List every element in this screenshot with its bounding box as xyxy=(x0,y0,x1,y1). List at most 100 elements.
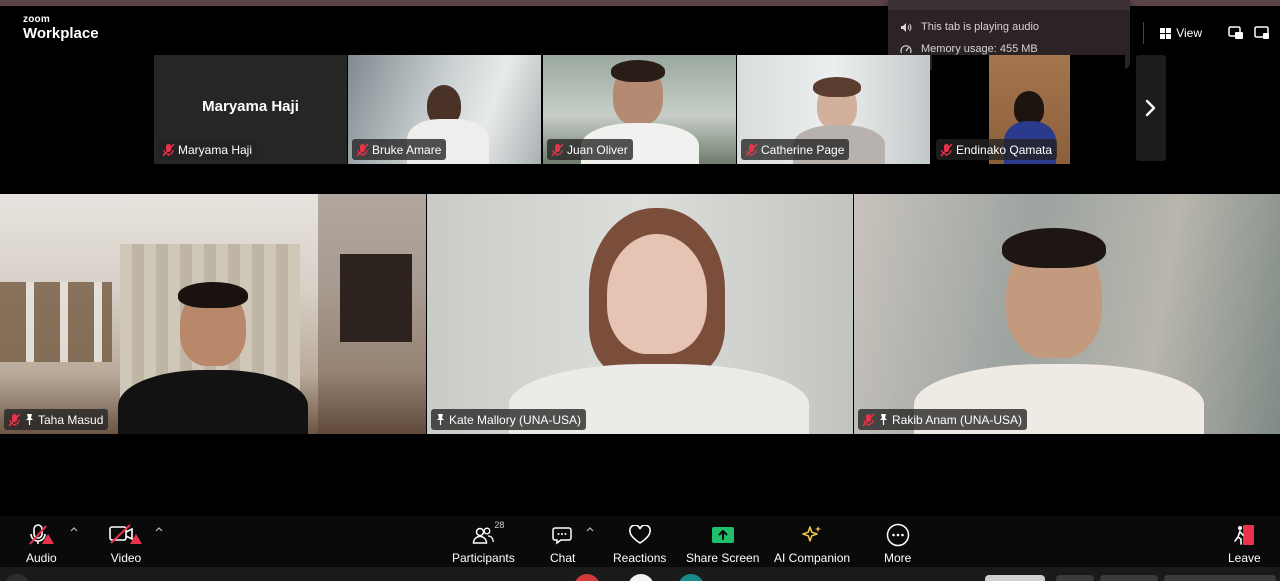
share-screen-button[interactable]: Share Screen xyxy=(686,522,759,565)
participant-name: Endinako Qamata xyxy=(956,142,1053,157)
taskbar-app-icon[interactable] xyxy=(4,574,30,581)
meeting-toolbar: Audio Video 28 Participants Chat Reactio… xyxy=(0,516,1280,567)
participant-silhouette xyxy=(178,282,248,308)
more-icon xyxy=(886,523,909,547)
side-wall xyxy=(318,194,426,434)
video-off-icon xyxy=(109,524,142,544)
top-right-controls: View xyxy=(1143,22,1270,44)
participant-tile[interactable]: Rakib Anam (UNA-USA) xyxy=(854,194,1280,434)
memory-usage-text: Memory usage: 455 MB xyxy=(921,43,1038,55)
gauge-icon xyxy=(900,44,912,53)
pin-icon xyxy=(26,414,33,425)
participant-name: Kate Mallory (UNA-USA) xyxy=(449,412,582,427)
participant-tile[interactable]: Endinako Qamata xyxy=(932,55,1125,164)
audio-button[interactable]: Audio xyxy=(26,522,57,565)
video-button[interactable]: Video xyxy=(108,522,144,565)
participant-name: Bruke Amare xyxy=(372,142,442,157)
chevron-right-icon xyxy=(1145,99,1156,117)
participant-tile[interactable]: Catherine Page xyxy=(737,55,930,164)
participant-tile[interactable]: Maryama Haji Maryama Haji xyxy=(154,55,347,164)
active-speaker-tile[interactable]: Kate Mallory (UNA-USA) xyxy=(427,194,853,434)
taskbar-app-icon[interactable] xyxy=(678,574,704,581)
taskbar-app-icon[interactable] xyxy=(574,574,600,581)
chevron-up-icon xyxy=(70,527,78,532)
participant-video xyxy=(427,194,853,434)
mic-muted-icon xyxy=(8,413,21,426)
grid-icon xyxy=(1160,27,1172,39)
participant-silhouette xyxy=(118,370,308,434)
participant-name: Catherine Page xyxy=(761,142,845,157)
share-screen-icon xyxy=(711,527,734,543)
participant-name-tag: Bruke Amare xyxy=(352,139,447,160)
taskbar-app-icon[interactable] xyxy=(628,574,654,581)
participants-button[interactable]: 28 Participants xyxy=(452,520,515,565)
participant-video xyxy=(0,194,426,434)
more-icon-wrap xyxy=(886,522,910,548)
sparkle-icon xyxy=(802,526,822,542)
logo-brand-top: zoom xyxy=(23,14,50,25)
participant-name-tag: Juan Oliver xyxy=(547,139,633,160)
participant-name: Rakib Anam (UNA-USA) xyxy=(892,412,1023,427)
taskbar-item[interactable] xyxy=(1056,575,1094,581)
picture-in-picture-icon xyxy=(1228,26,1243,39)
participant-tile[interactable]: Taha Masud xyxy=(0,194,426,434)
audio-status-row: This tab is playing audio xyxy=(900,21,1039,33)
participant-name: Maryama Haji xyxy=(178,142,253,157)
taskbar-item[interactable] xyxy=(985,575,1045,581)
video-options-caret[interactable] xyxy=(155,524,163,535)
heart-icon xyxy=(628,525,651,544)
leave-icon-wrap xyxy=(1232,522,1256,548)
video-icon-wrap xyxy=(108,522,144,548)
reactions-button[interactable]: Reactions xyxy=(613,522,666,565)
logo-brand-name: Workplace xyxy=(23,25,99,42)
mic-muted-icon xyxy=(551,143,564,156)
chat-icon xyxy=(551,527,572,545)
more-label: More xyxy=(884,551,912,565)
mic-muted-icon xyxy=(862,413,875,426)
taskbar-item[interactable] xyxy=(1164,575,1276,581)
participant-silhouette xyxy=(1002,228,1106,268)
ai-companion-button[interactable]: AI Companion xyxy=(774,522,850,565)
zoom-logo: zoom Workplace xyxy=(23,14,99,42)
audio-status-text: This tab is playing audio xyxy=(921,21,1040,33)
participant-tile[interactable]: Juan Oliver xyxy=(543,55,736,164)
bottom-taskbar-strip xyxy=(0,567,1280,581)
participants-icon xyxy=(473,527,495,544)
participant-name-tag: Catherine Page xyxy=(741,139,850,160)
ai-icon-wrap xyxy=(800,522,824,548)
tooltip-header xyxy=(888,0,1130,10)
leave-label: Leave xyxy=(1228,551,1261,565)
reactions-icon-wrap xyxy=(628,522,652,548)
participant-tile[interactable]: Bruke Amare xyxy=(348,55,541,164)
chat-button[interactable]: Chat xyxy=(550,522,575,565)
next-page-button[interactable] xyxy=(1136,55,1166,161)
share-icon-wrap xyxy=(711,522,735,548)
minimize-window-button[interactable] xyxy=(1254,26,1270,40)
chat-icon-wrap xyxy=(551,522,574,548)
audio-options-caret[interactable] xyxy=(70,524,78,535)
leave-icon xyxy=(1234,525,1255,545)
participant-name-tag: Taha Masud xyxy=(4,409,109,430)
leave-button[interactable]: Leave xyxy=(1228,522,1261,565)
participant-video xyxy=(854,194,1280,434)
more-button[interactable]: More xyxy=(884,522,911,565)
mic-muted-icon xyxy=(356,143,369,156)
chevron-up-icon xyxy=(155,527,163,532)
participant-silhouette xyxy=(813,77,861,97)
view-button[interactable]: View xyxy=(1160,26,1202,40)
speaker-icon xyxy=(901,22,912,32)
mic-muted-icon xyxy=(162,143,175,156)
participant-name-tag: Kate Mallory (UNA-USA) xyxy=(431,409,587,430)
divider xyxy=(1143,22,1145,44)
audio-label: Audio xyxy=(26,551,57,565)
participant-silhouette xyxy=(611,60,665,82)
participant-name: Taha Masud xyxy=(38,412,104,427)
mic-muted-icon xyxy=(940,143,953,156)
share-screen-label: Share Screen xyxy=(686,551,760,565)
picture-in-picture-button[interactable] xyxy=(1228,26,1244,40)
minimize-window-icon xyxy=(1254,26,1269,39)
participant-name-tag: Rakib Anam (UNA-USA) xyxy=(858,409,1028,430)
taskbar-item[interactable] xyxy=(1100,575,1158,581)
pin-icon xyxy=(880,414,887,425)
chat-options-caret[interactable] xyxy=(586,524,594,535)
